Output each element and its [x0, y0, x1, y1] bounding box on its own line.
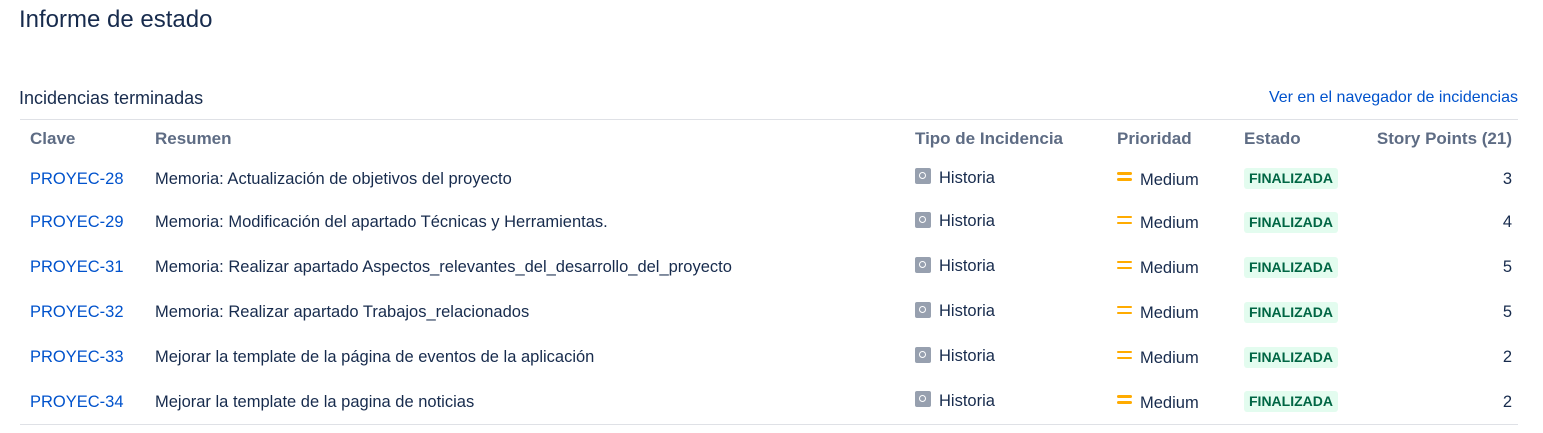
issue-key-link[interactable]: PROYEC-28: [30, 170, 124, 188]
table-row: PROYEC-28 Memoria: Actualización de obje…: [20, 158, 1518, 200]
issue-type-label: Historia: [939, 212, 995, 231]
issue-type-label: Historia: [939, 347, 995, 366]
issue-summary: Memoria: Actualización de objetivos del …: [155, 169, 512, 188]
issue-key-cell: PROYEC-31: [20, 245, 145, 290]
issue-status-cell: FINALIZADA: [1234, 335, 1355, 380]
issue-priority-label: Medium: [1140, 170, 1199, 189]
section-title: Incidencias terminadas: [19, 88, 204, 108]
issue-summary: Mejorar la template de la página de even…: [155, 348, 595, 366]
column-header-story-points[interactable]: Story Points (21): [1355, 120, 1518, 159]
issue-priority-label: Medium: [1140, 349, 1199, 368]
issue-priority-label: Medium: [1140, 259, 1199, 278]
issue-key-cell: PROYEC-29: [20, 200, 145, 245]
priority-medium-icon: [1117, 215, 1132, 226]
status-badge: FINALIZADA: [1244, 168, 1338, 189]
priority-medium-icon: [1117, 350, 1132, 361]
issue-type-label: Historia: [939, 391, 995, 410]
section-header: Incidencias terminadas Ver en el navegad…: [19, 86, 1518, 110]
status-badge: FINALIZADA: [1244, 211, 1338, 233]
table-row: PROYEC-31 Memoria: Realizar apartado Asp…: [20, 245, 1518, 290]
issue-priority-cell: Medium: [1107, 335, 1234, 380]
issue-priority-label: Medium: [1140, 393, 1199, 412]
status-report-page: Informe de estado Incidencias terminadas…: [0, 0, 1543, 433]
issue-type-label: Historia: [939, 302, 995, 321]
completed-issues-table: Clave Resumen Tipo de Incidencia Priorid…: [20, 119, 1518, 425]
priority-medium-icon: [1117, 395, 1132, 405]
status-badge: FINALIZADA: [1244, 301, 1338, 323]
story-icon: [915, 168, 931, 185]
priority-medium-icon: [1117, 260, 1132, 271]
issue-status-cell: FINALIZADA: [1234, 380, 1355, 425]
issue-type-cell: Historia: [905, 158, 1107, 200]
issue-key-link[interactable]: PROYEC-29: [30, 213, 124, 231]
issue-status-cell: FINALIZADA: [1234, 290, 1355, 335]
view-in-issue-navigator-link[interactable]: Ver en el navegador de incidencias: [1269, 87, 1518, 109]
issue-priority-cell: Medium: [1107, 200, 1234, 245]
issue-story-points: 2: [1502, 348, 1512, 366]
issue-status-cell: FINALIZADA: [1234, 245, 1355, 290]
story-icon: [915, 346, 931, 363]
issue-type-cell: Historia: [905, 200, 1107, 245]
issue-priority-label: Medium: [1140, 214, 1199, 233]
issue-story-points: 3: [1502, 169, 1512, 188]
issue-key-cell: PROYEC-34: [20, 380, 145, 425]
issue-key-link[interactable]: PROYEC-33: [30, 348, 124, 366]
column-header-summary[interactable]: Resumen: [145, 120, 905, 159]
issue-summary: Memoria: Modificación del apartado Técni…: [155, 213, 608, 231]
issue-status-cell: FINALIZADA: [1234, 200, 1355, 245]
issue-story-points: 5: [1502, 303, 1512, 321]
priority-medium-icon: [1117, 305, 1132, 316]
issue-story-points: 4: [1502, 213, 1512, 231]
issue-key-cell: PROYEC-32: [20, 290, 145, 335]
issue-type-cell: Historia: [905, 335, 1107, 380]
issue-priority-cell: Medium: [1107, 290, 1234, 335]
table-row: PROYEC-34 Mejorar la template de la pagi…: [20, 380, 1518, 425]
table-row: PROYEC-29 Memoria: Modificación del apar…: [20, 200, 1518, 245]
story-icon: [915, 211, 931, 228]
issue-summary: Memoria: Realizar apartado Trabajos_rela…: [155, 303, 530, 321]
issue-summary: Mejorar la template de la pagina de noti…: [155, 392, 475, 411]
column-header-key[interactable]: Clave: [20, 120, 145, 159]
issue-priority-cell: Medium: [1107, 158, 1234, 200]
column-header-priority[interactable]: Prioridad: [1107, 120, 1234, 159]
table-header-row: Clave Resumen Tipo de Incidencia Priorid…: [20, 120, 1518, 159]
story-icon: [915, 391, 931, 408]
column-header-type[interactable]: Tipo de Incidencia: [905, 120, 1107, 159]
story-icon: [915, 256, 931, 273]
status-badge: FINALIZADA: [1244, 256, 1338, 278]
priority-medium-icon: [1117, 172, 1132, 182]
page-title: Informe de estado: [19, 6, 213, 33]
status-badge: FINALIZADA: [1244, 391, 1338, 412]
table-row: PROYEC-33 Mejorar la template de la pági…: [20, 335, 1518, 380]
issue-key-cell: PROYEC-33: [20, 335, 145, 380]
story-icon: [915, 301, 931, 318]
issue-summary: Memoria: Realizar apartado Aspectos_rele…: [155, 258, 732, 276]
issue-key-link[interactable]: PROYEC-34: [30, 393, 124, 411]
issue-key-link[interactable]: PROYEC-31: [30, 258, 124, 276]
issue-type-cell: Historia: [905, 380, 1107, 425]
issue-priority-cell: Medium: [1107, 245, 1234, 290]
table-row: PROYEC-32 Memoria: Realizar apartado Tra…: [20, 290, 1518, 335]
issue-story-points: 5: [1502, 258, 1512, 276]
issue-type-label: Historia: [939, 257, 995, 276]
issue-priority-cell: Medium: [1107, 380, 1234, 425]
issue-status-cell: FINALIZADA: [1234, 158, 1355, 200]
status-badge: FINALIZADA: [1244, 346, 1338, 368]
column-header-status[interactable]: Estado: [1234, 120, 1355, 159]
issue-type-cell: Historia: [905, 245, 1107, 290]
issue-key-cell: PROYEC-28: [20, 158, 145, 200]
issue-type-label: Historia: [939, 168, 995, 187]
issue-type-cell: Historia: [905, 290, 1107, 335]
issue-story-points: 2: [1502, 392, 1512, 411]
issue-priority-label: Medium: [1140, 304, 1199, 323]
issue-key-link[interactable]: PROYEC-32: [30, 303, 124, 321]
